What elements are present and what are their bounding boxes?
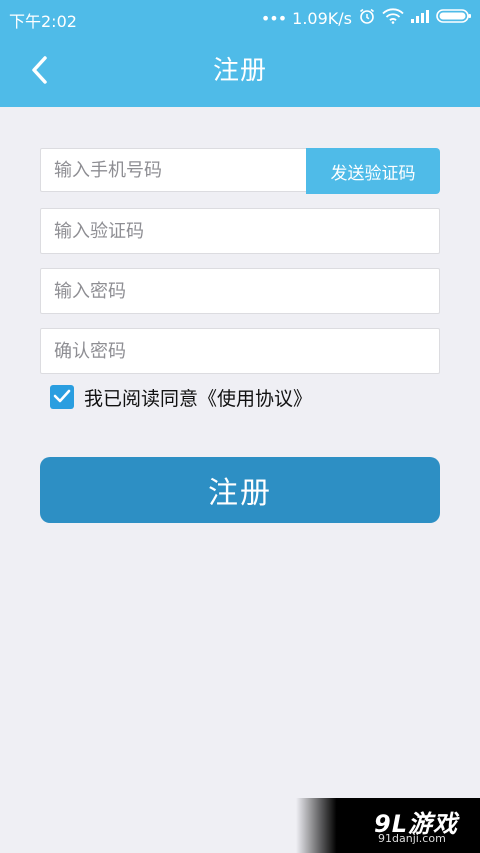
nav-bar: 注册: [0, 36, 480, 107]
phone-field-container: [40, 148, 308, 192]
confirm-password-input[interactable]: [41, 329, 439, 373]
site-watermark: 9L游戏 91danji.com: [296, 798, 480, 853]
chevron-left-icon: [30, 55, 50, 89]
register-button[interactable]: 注册: [40, 457, 440, 523]
phone-input[interactable]: [41, 149, 308, 191]
alarm-clock-icon: [358, 7, 376, 29]
watermark-url: 91danji.com: [378, 832, 446, 845]
agree-checkbox[interactable]: [50, 385, 74, 409]
agreement-row[interactable]: 我已阅读同意《使用协议》: [50, 385, 313, 410]
code-field-container: [40, 208, 440, 254]
signal-icon: [410, 8, 430, 28]
status-time: 下午2:02: [9, 12, 77, 31]
wifi-icon: [382, 8, 404, 28]
network-speed: 1.09K/s: [292, 8, 352, 28]
agreement-label: 我已阅读同意《使用协议》: [84, 387, 313, 410]
password-field-container: [40, 268, 440, 314]
page-title: 注册: [212, 56, 267, 86]
send-code-button[interactable]: 发送验证码: [306, 148, 440, 194]
verification-code-input[interactable]: [41, 209, 439, 253]
status-bar: 下午2:02 ••• 1.09K/s: [0, 0, 480, 36]
battery-icon: [436, 8, 472, 28]
app-header: 下午2:02 ••• 1.09K/s 注册: [0, 0, 480, 107]
password-input[interactable]: [41, 269, 439, 313]
back-button[interactable]: [20, 50, 60, 94]
status-indicators: ••• 1.09K/s: [261, 7, 472, 29]
confirm-password-field-container: [40, 328, 440, 374]
checkmark-icon: [53, 388, 71, 407]
dots-icon: •••: [260, 8, 287, 28]
